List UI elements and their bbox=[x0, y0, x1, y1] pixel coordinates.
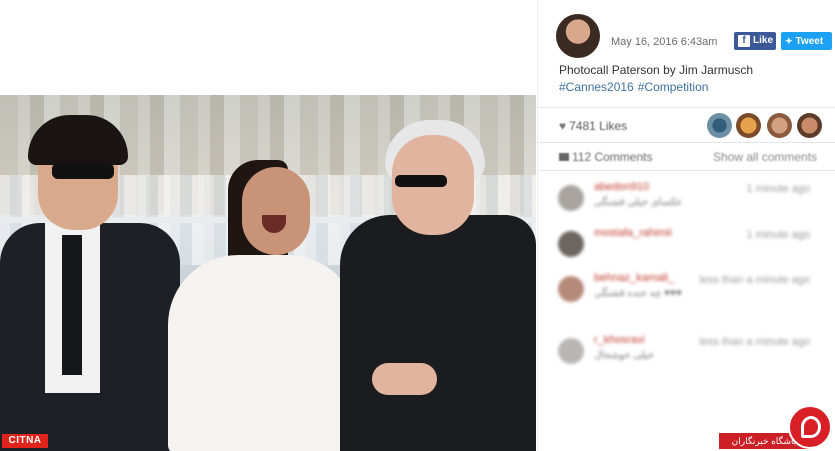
facebook-like-button[interactable]: f Like bbox=[734, 32, 776, 50]
comment-icon bbox=[559, 153, 569, 161]
comment-text: عکسای خیلی قشنگی bbox=[594, 197, 683, 208]
club-logo-icon bbox=[788, 405, 832, 449]
divider bbox=[538, 170, 835, 171]
comment-time: 1 minute ago bbox=[746, 229, 810, 241]
person-left-sunglasses bbox=[52, 163, 114, 179]
likes-label: 7481 Likes bbox=[569, 119, 628, 133]
person-right-sunglasses bbox=[395, 175, 447, 187]
author-avatar[interactable] bbox=[556, 14, 600, 58]
comment-text: چه خنده قشنگی ♥♥♥ bbox=[594, 288, 682, 299]
person-right-hand bbox=[372, 363, 437, 395]
commenter-avatar[interactable] bbox=[558, 276, 584, 302]
page: CITNA May 16, 2016 6:43am f Like ✦ Tweet P… bbox=[0, 0, 835, 451]
hashtag-link[interactable]: #Competition bbox=[638, 80, 709, 94]
person-center-dress bbox=[168, 255, 358, 451]
commenter-avatar[interactable] bbox=[558, 338, 584, 364]
post-date: May 16, 2016 6:43am bbox=[611, 36, 718, 48]
tweet-label: Tweet bbox=[795, 36, 824, 47]
commenter-username[interactable]: behnaz_kamali_ bbox=[594, 272, 674, 284]
post-caption: Photocall Paterson by Jim Jarmusch bbox=[559, 63, 754, 77]
comment-time: less than a minute ago bbox=[699, 336, 810, 348]
hashtag-link[interactable]: #Cannes2016 bbox=[559, 80, 634, 94]
person-center-head bbox=[242, 167, 310, 255]
liker-avatar[interactable] bbox=[707, 113, 732, 138]
commenter-avatar[interactable] bbox=[558, 231, 584, 257]
comment-text: خیلی خوشحال bbox=[594, 350, 655, 361]
commenter-username[interactable]: abedon910 bbox=[594, 181, 649, 193]
comment-time: less than a minute ago bbox=[699, 274, 810, 286]
post-sidebar: May 16, 2016 6:43am f Like ✦ Tweet Photoca… bbox=[537, 0, 835, 451]
commenter-username[interactable]: mostafa_rahimii bbox=[594, 227, 672, 239]
comment-item: behnaz_kamali_ چه خنده قشنگی ♥♥♥ less th… bbox=[538, 266, 835, 326]
comment-item: r_khosravi خیلی خوشحال less than a minut… bbox=[538, 328, 835, 373]
liker-avatar[interactable] bbox=[767, 113, 792, 138]
comment-item: mostafa_rahimii 1 minute ago bbox=[538, 221, 835, 266]
comments-count: 112 Comments bbox=[559, 150, 652, 164]
liker-avatar[interactable] bbox=[736, 113, 761, 138]
comments-label: 112 Comments bbox=[572, 150, 653, 164]
commenter-avatar[interactable] bbox=[558, 185, 584, 211]
likes-count: ♥ 7481 Likes bbox=[559, 119, 627, 133]
citna-logo: CITNA bbox=[2, 434, 48, 448]
club-logo: باشگاه خبرنگاران bbox=[719, 405, 835, 451]
comment-time: 1 minute ago bbox=[746, 183, 810, 195]
facebook-like-label: Like bbox=[753, 35, 774, 46]
person-left-tie bbox=[62, 235, 82, 375]
liker-avatar[interactable] bbox=[797, 113, 822, 138]
show-all-comments-link[interactable]: Show all comments bbox=[713, 150, 817, 164]
tweet-button[interactable]: ✦ Tweet bbox=[781, 32, 832, 50]
divider bbox=[538, 142, 835, 143]
divider bbox=[538, 107, 835, 108]
facebook-icon: f bbox=[738, 35, 750, 47]
heart-icon: ♥ bbox=[559, 119, 567, 133]
comment-item: abedon910 عکسای خیلی قشنگی 1 minute ago bbox=[538, 175, 835, 220]
post-photo[interactable]: CITNA bbox=[0, 95, 536, 451]
commenter-username[interactable]: r_khosravi bbox=[594, 334, 645, 346]
person-right-suit bbox=[340, 215, 536, 451]
twitter-bird-icon: ✦ bbox=[785, 36, 793, 46]
club-logo-mark bbox=[801, 416, 821, 438]
post-hashtags: #Cannes2016 #Competition bbox=[559, 80, 712, 94]
